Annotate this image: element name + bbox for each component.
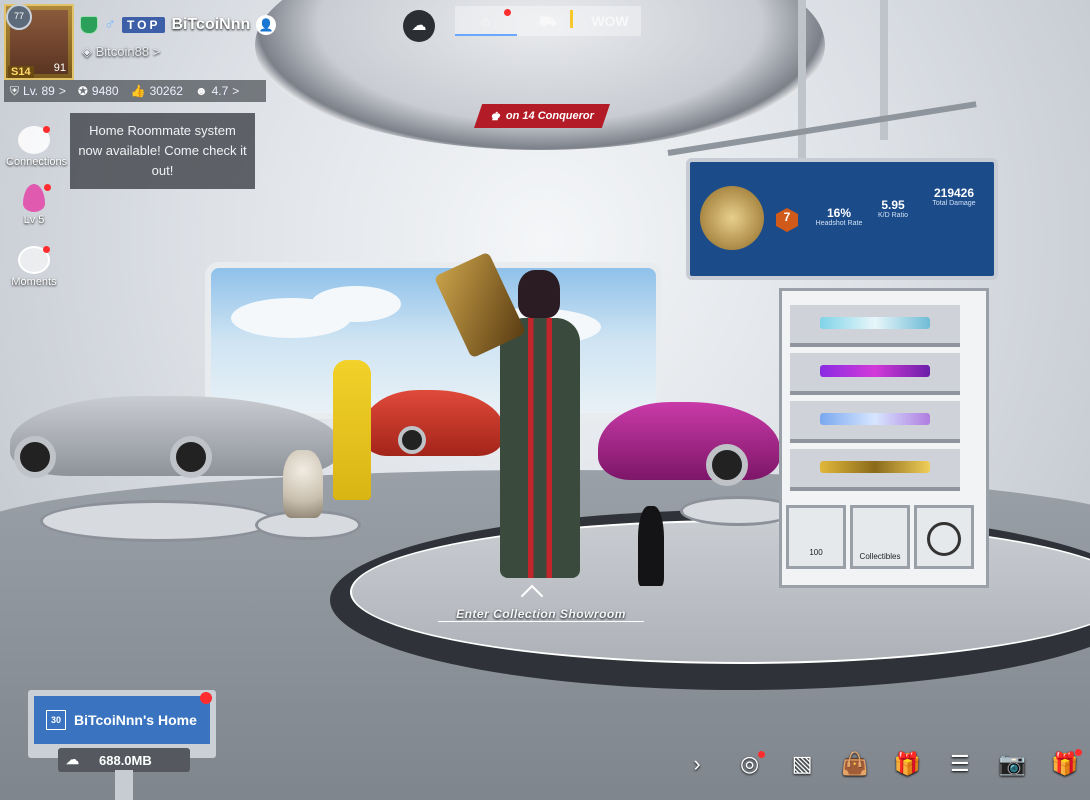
cloud-icon: ☁ <box>411 17 427 34</box>
player-name[interactable]: BiTcoiNnn <box>171 16 250 34</box>
cubby-rating[interactable]: 100 <box>786 505 846 569</box>
lion-pet[interactable] <box>283 450 323 518</box>
damage-stat: 219426 Total Damage <box>932 186 976 207</box>
chevron-right-icon: > <box>152 44 161 59</box>
weapon-shelf[interactable] <box>790 449 960 491</box>
roommate-character[interactable] <box>333 360 371 500</box>
home-title: BiTcoiNnn's Home <box>74 712 197 728</box>
weapon-shelf[interactable] <box>790 305 960 347</box>
weapon-shelf[interactable] <box>790 353 960 395</box>
male-icon: ♂ <box>104 16 116 33</box>
conqueror-emblem-icon <box>700 186 764 250</box>
like-icon: 👍 <box>130 84 146 98</box>
bottom-toolbar: › ◎ ▧ 👜 🎁 ☰ 📷 🎁 <box>680 744 1090 784</box>
clan-name: Bitcoin88 <box>95 44 150 59</box>
view-list-icon[interactable]: ☰ <box>943 749 977 779</box>
roommate-tooltip[interactable]: Home Roommate system now available! Come… <box>70 113 255 189</box>
emote-icon: ☻ <box>194 84 208 98</box>
tab-home[interactable]: ⌂ <box>455 6 517 36</box>
cloud-upload-button[interactable]: ☁ <box>403 10 435 42</box>
cat-pet[interactable] <box>638 506 664 586</box>
home-icon: ⌂ <box>481 13 491 29</box>
main-character[interactable] <box>500 318 580 578</box>
tier-shield-icon <box>80 16 98 34</box>
notification-dot <box>200 692 212 704</box>
main-character-head <box>518 270 560 318</box>
rank-badge-icon: 7 <box>776 208 798 232</box>
cubby-emblem[interactable] <box>914 505 974 569</box>
likes-stat: 👍 30262 <box>130 84 183 98</box>
home-level-badge: 30 <box>46 710 66 730</box>
moments-icon <box>18 246 50 274</box>
popularity-icon: ✪ <box>77 84 88 98</box>
level-stat[interactable]: ⛨ Lv. 89 > <box>10 84 66 99</box>
conqueror-icon: ♚ <box>490 110 500 123</box>
chevron-right-icon[interactable]: › <box>680 749 714 779</box>
rating-stat[interactable]: ☻ 4.7 > <box>195 84 239 98</box>
kd-stat: 5.95 K/D Ratio <box>878 198 908 219</box>
avatar[interactable]: 77 S14 91 <box>4 4 74 80</box>
home-size: ☁ 688.0MB <box>58 748 190 772</box>
vehicle-icon: ⛟ <box>539 13 557 29</box>
tab-vehicle[interactable]: ⛟ <box>517 6 579 36</box>
gift-box-icon[interactable]: 🎁 <box>1048 749 1082 779</box>
image-icon[interactable]: ▧ <box>785 749 819 779</box>
flame-icon <box>23 184 51 212</box>
sidebar-item-connections[interactable]: Connections <box>6 126 67 168</box>
popularity-stat: ✪ 9480 <box>77 84 119 98</box>
rotate-camera-icon[interactable]: ◎ <box>733 749 767 779</box>
connections-icon <box>18 126 50 154</box>
profile-stats: ⛨ Lv. 89 > ✪ 9480 👍 30262 ☻ 4.7 > <box>4 80 266 102</box>
sidebar-item-moments[interactable]: Moments <box>6 246 62 288</box>
cubby-collectibles[interactable]: Collectibles <box>850 505 910 569</box>
friend-request-icon[interactable]: 👤 <box>256 15 277 35</box>
magenta-convertible[interactable] <box>598 402 780 486</box>
stats-board[interactable]: 7 16% Headshot Rate 5.95 K/D Ratio 21942… <box>686 158 998 280</box>
season-badge: S14 <box>8 66 34 78</box>
gift-icon[interactable]: 🎁 <box>890 749 924 779</box>
target-icon <box>927 522 961 556</box>
avatar-level: 91 <box>53 62 66 74</box>
shop-bag-icon[interactable]: 👜 <box>838 749 872 779</box>
headshot-stat: 16% Headshot Rate <box>815 206 863 227</box>
cloud-icon: ☁ <box>66 752 79 767</box>
weapon-shelf[interactable] <box>790 401 960 443</box>
conqueror-banner[interactable]: ♚ on 14 Conqueror <box>474 104 610 128</box>
sign-pole <box>115 770 133 800</box>
rig-pole <box>798 0 806 160</box>
level-icon: ⛨ <box>10 83 20 98</box>
clan-link[interactable]: ◈ Bitcoin88 > <box>82 44 160 60</box>
name-row: ♂ TOP BiTcoiNnn 👤 <box>80 14 277 36</box>
rank-badge: 77 <box>6 4 32 30</box>
tab-wow[interactable]: WOW <box>579 6 641 36</box>
top-tabs: ⌂ ⛟ WOW <box>455 6 641 36</box>
car-pedestal-left <box>40 500 276 542</box>
sidebar-item-level[interactable]: Lv 5 <box>6 184 62 226</box>
weapon-rack[interactable]: 100 Collectibles <box>779 288 989 588</box>
camera-icon[interactable]: 📷 <box>995 749 1029 779</box>
clan-icon: ◈ <box>82 44 92 59</box>
enter-showroom-button[interactable]: Enter Collection Showroom <box>438 607 644 622</box>
team-tag: TOP <box>122 17 166 33</box>
